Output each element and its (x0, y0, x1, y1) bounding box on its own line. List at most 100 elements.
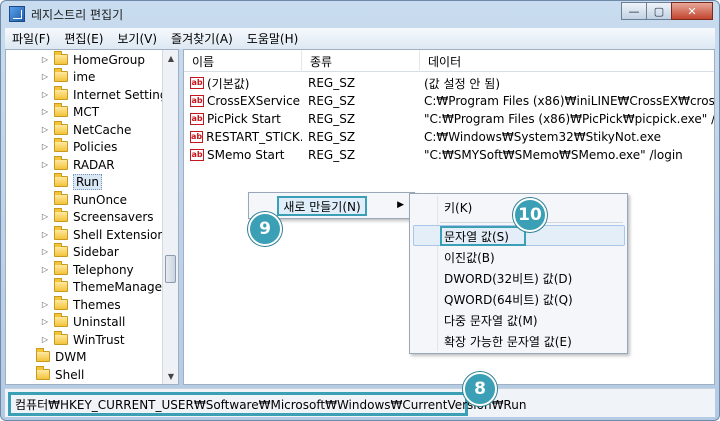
folder-icon (54, 51, 68, 65)
menu-view[interactable]: 보기(V) (110, 30, 164, 47)
tree-scrollbar[interactable]: ▲ ▼ (162, 50, 178, 384)
string-value-icon: ab (190, 131, 204, 143)
value-row[interactable]: ab (기본값) REG_SZ (값 설정 안 됨) (184, 74, 714, 92)
tree-item-run[interactable]: Run (40, 173, 103, 190)
string-value-icon: ab (190, 149, 204, 161)
tree-item-label: Sidebar (73, 244, 119, 259)
step-10-badge: 10 (513, 198, 547, 232)
value-data: (값 설정 안 됨) (424, 76, 501, 91)
tree-item-shell[interactable]: Shell (22, 366, 84, 383)
tree-item-radar[interactable]: ▷ RADAR (40, 156, 115, 173)
folder-icon (36, 348, 50, 362)
tree-item-ime[interactable]: ▷ ime (40, 68, 95, 85)
new-binary-value-item[interactable]: 이진값(B) (444, 248, 495, 267)
menu-file[interactable]: 파일(F) (5, 30, 57, 47)
tree-item-label: Policies (73, 139, 118, 154)
column-header-name[interactable]: 이름 (184, 50, 302, 72)
minimize-button[interactable]: — (621, 2, 647, 20)
value-data: C:₩Program Files (x86)₩iniLINE₩CrossEX₩c… (424, 94, 715, 108)
value-name: RESTART_STICK... (206, 130, 302, 144)
value-row[interactable]: ab SMemo Start REG_SZ "C:₩SMYSoft₩SMemo₩S… (184, 146, 714, 164)
expand-icon[interactable]: ▷ (40, 300, 50, 309)
tree-item-homegroup[interactable]: ▷ HomeGroup (40, 51, 145, 68)
window-controls: — ▢ ✕ (621, 2, 713, 20)
tree-item-label: HomeGroup (73, 52, 145, 67)
tree-item-telephony[interactable]: ▷ Telephony (40, 261, 134, 278)
value-row[interactable]: ab PicPick Start REG_SZ "C:₩Program Files… (184, 110, 715, 128)
expand-icon[interactable]: ▷ (40, 55, 50, 64)
expand-icon[interactable]: ▷ (40, 247, 50, 256)
list-header: 이름 종류 데이터 (184, 50, 714, 72)
value-data: "C:₩Program Files (x86)₩PicPick₩picpick.… (424, 112, 715, 126)
registry-key-tree[interactable]: ▷ HomeGroup ▷ ime ▷ Internet Settings ▷ … (5, 49, 179, 385)
tree-item-label: RADAR (73, 157, 115, 172)
tree-item-label: WinTrust (73, 332, 125, 347)
folder-icon (54, 191, 68, 205)
value-row[interactable]: ab CrossEXService REG_SZ C:₩Program Files… (184, 92, 715, 110)
close-button[interactable]: ✕ (671, 2, 713, 20)
string-value-icon: ab (190, 77, 204, 89)
maximize-button[interactable]: ▢ (646, 2, 672, 20)
menu-bar: 파일(F) 편집(E) 보기(V) 즐겨찾기(A) 도움말(H) (5, 28, 715, 49)
folder-icon (54, 86, 68, 100)
tree-item-themes[interactable]: ▷ Themes (40, 296, 121, 313)
expand-icon[interactable]: ▷ (40, 212, 50, 221)
folder-icon (54, 68, 68, 82)
folder-icon (54, 278, 68, 292)
expand-icon[interactable]: ▷ (40, 125, 50, 134)
folder-icon (54, 313, 68, 327)
new-menu-item[interactable]: 새로 만들기(N) (277, 196, 367, 216)
value-data: C:₩Windows₩System32₩StikyNot.exe (424, 130, 662, 144)
expand-icon[interactable]: ▷ (40, 160, 50, 169)
registry-path: 컴퓨터₩HKEY_CURRENT_USER₩Software₩Microsoft… (8, 392, 526, 416)
registry-editor-window: 레지스트리 편집기 — ▢ ✕ 파일(F) 편집(E) 보기(V) 즐겨찾기(A… (0, 0, 720, 421)
tree-item-uninstall[interactable]: ▷ Uninstall (40, 313, 125, 330)
tree-item-screensavers[interactable]: ▷ Screensavers (40, 208, 154, 225)
tree-item-policies[interactable]: ▷ Policies (40, 138, 117, 155)
expand-icon[interactable]: ▷ (40, 265, 50, 274)
tree-item-sidebar[interactable]: ▷ Sidebar (40, 243, 119, 260)
tree-item-dwm[interactable]: DWM (22, 348, 86, 365)
folder-icon (36, 366, 50, 380)
new-expandable-string-value-item[interactable]: 확장 가능한 문자열 값(E) (444, 332, 572, 351)
tree-item-thememanager[interactable]: ThemeManager (40, 278, 167, 295)
tree-item-mct[interactable]: ▷ MCT (40, 103, 99, 120)
menu-help[interactable]: 도움말(H) (240, 30, 306, 47)
registry-editor-app-icon (9, 6, 25, 22)
menu-favorites[interactable]: 즐겨찾기(A) (164, 30, 240, 47)
string-value-icon: ab (190, 95, 204, 107)
column-header-type[interactable]: 종류 (302, 50, 420, 72)
column-header-data[interactable]: 데이터 (420, 50, 714, 72)
tree-item-internet-settings[interactable]: ▷ Internet Settings (40, 86, 174, 103)
expand-icon[interactable]: ▷ (40, 317, 50, 326)
folder-icon (54, 173, 68, 187)
tree-item-runonce[interactable]: RunOnce (40, 191, 127, 208)
new-multi-string-value-item[interactable]: 다중 문자열 값(M) (444, 311, 538, 330)
expand-icon[interactable]: ▷ (40, 142, 50, 151)
tree-item-shell-extensions[interactable]: ▷ Shell Extensions (40, 226, 171, 243)
scroll-down-icon[interactable]: ▼ (163, 368, 178, 384)
tree-item-label: Run (73, 173, 103, 190)
tree-item-netcache[interactable]: ▷ NetCache (40, 121, 131, 138)
expand-icon[interactable]: ▷ (40, 90, 50, 99)
folder-icon (54, 208, 68, 222)
new-key-item[interactable]: 키(K) (444, 198, 472, 217)
tree-item-wintrust[interactable]: ▷ WinTrust (40, 331, 125, 348)
menu-edit[interactable]: 편집(E) (57, 30, 110, 47)
new-dword-value-item[interactable]: DWORD(32비트) 값(D) (444, 269, 572, 288)
title-bar: 레지스트리 편집기 — ▢ ✕ (1, 1, 719, 27)
expand-icon[interactable]: ▷ (40, 107, 50, 116)
expand-icon[interactable]: ▷ (40, 335, 50, 344)
folder-icon (54, 156, 68, 170)
value-row[interactable]: ab RESTART_STICK... REG_SZ C:₩Windows₩Sys… (184, 128, 714, 146)
value-name: CrossEXService (207, 94, 301, 108)
expand-icon[interactable]: ▷ (40, 72, 50, 81)
value-name: PicPick Start (207, 112, 281, 126)
folder-icon (54, 103, 68, 117)
scrollbar-thumb[interactable] (165, 255, 176, 283)
tree-item-label: Telephony (73, 262, 134, 277)
step-highlight-box (440, 226, 526, 246)
scroll-up-icon[interactable]: ▲ (163, 50, 178, 66)
expand-icon[interactable]: ▷ (40, 230, 50, 239)
new-qword-value-item[interactable]: QWORD(64비트) 값(Q) (444, 290, 573, 309)
